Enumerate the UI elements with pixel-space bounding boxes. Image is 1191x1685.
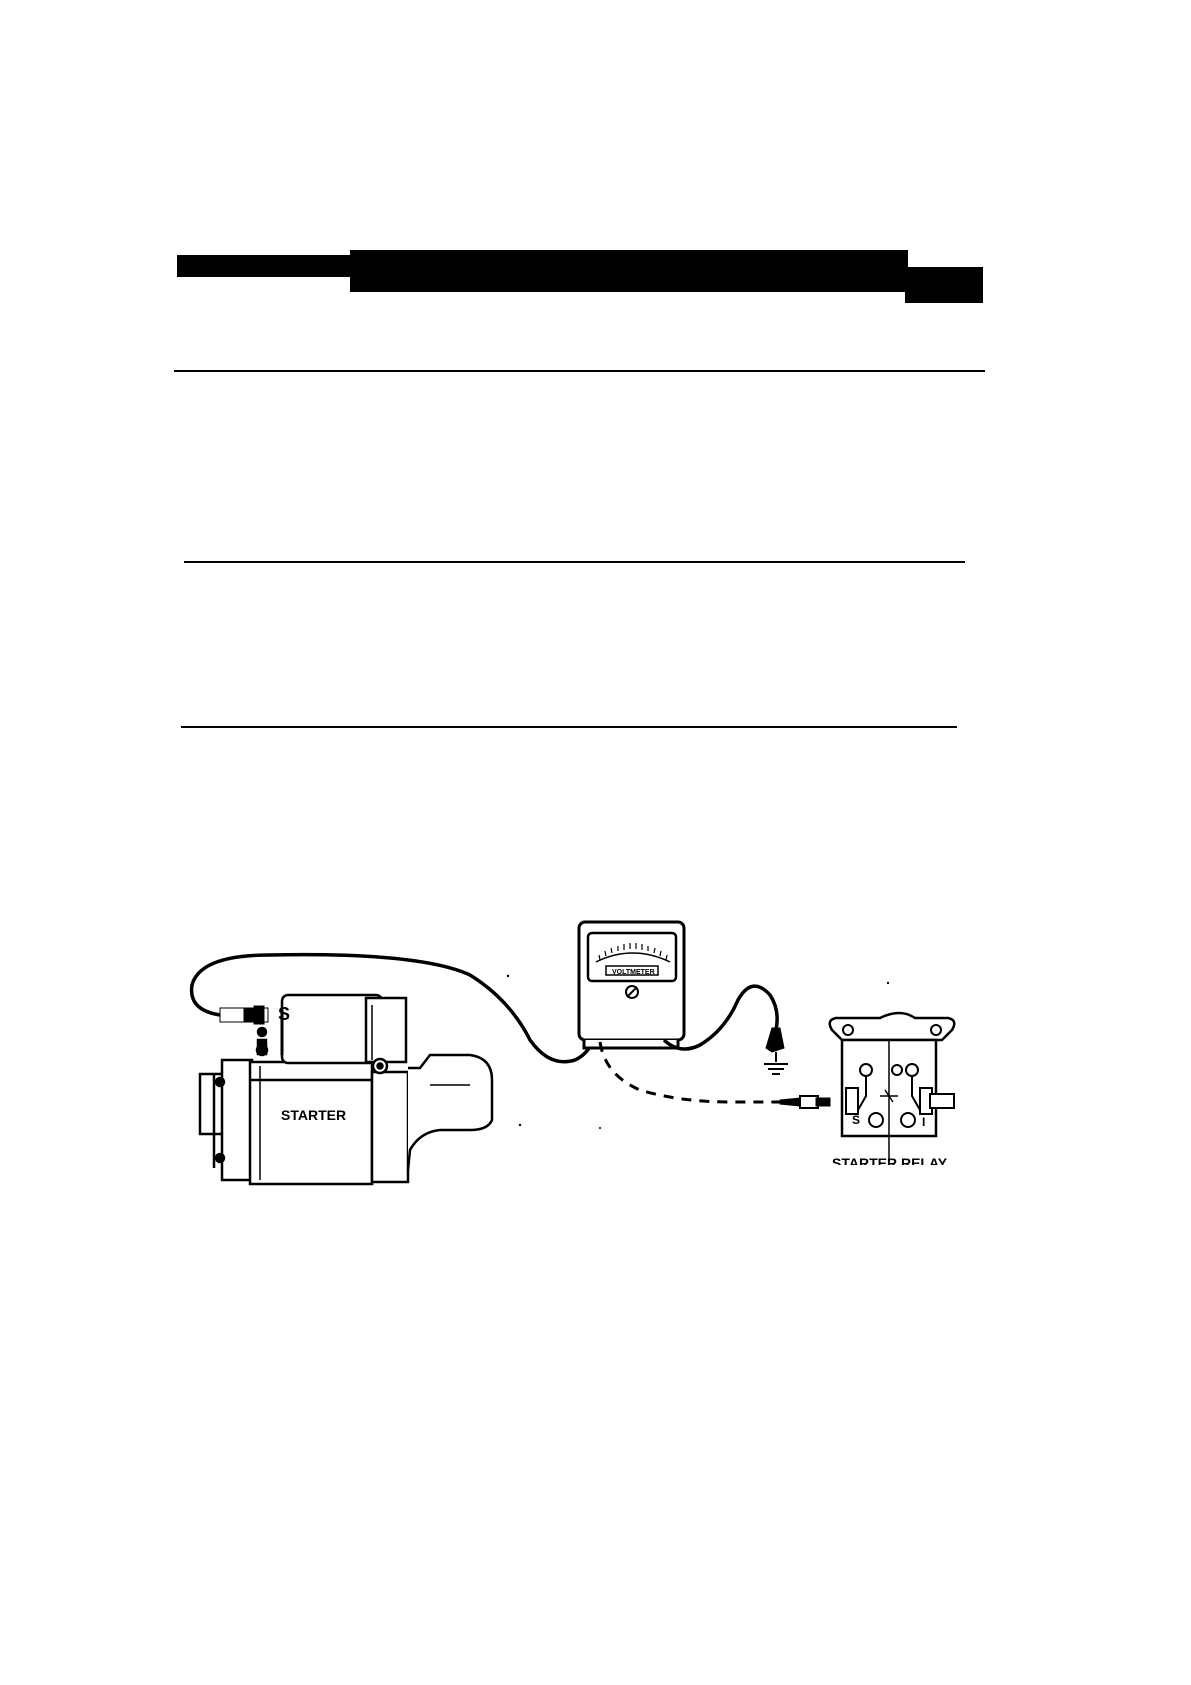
starter-motor: [198, 993, 494, 1186]
starter-relay-label: STARTER RELAY: [832, 1155, 948, 1171]
starter-voltmeter-diagram: STARTER S VOLTMETER S I STARTER RELAY: [189, 920, 956, 1186]
relay-probe: [779, 1095, 831, 1109]
starter-relay: [828, 1011, 956, 1162]
relay-terminal-s-label: S: [852, 1113, 860, 1127]
ground-symbol-icon: [764, 1063, 788, 1075]
voltmeter: [577, 920, 686, 1050]
scan-specks: [506, 974, 890, 1129]
ground-probe: [765, 1027, 785, 1062]
starter-label: STARTER: [281, 1107, 346, 1123]
voltmeter-label: VOLTMETER: [612, 969, 655, 976]
relay-terminal-i-label: I: [922, 1115, 925, 1129]
starter-terminal-s-label: S: [278, 1004, 290, 1024]
starter-probe-lead: [219, 1005, 269, 1025]
dashed-test-lead: [598, 1041, 780, 1104]
